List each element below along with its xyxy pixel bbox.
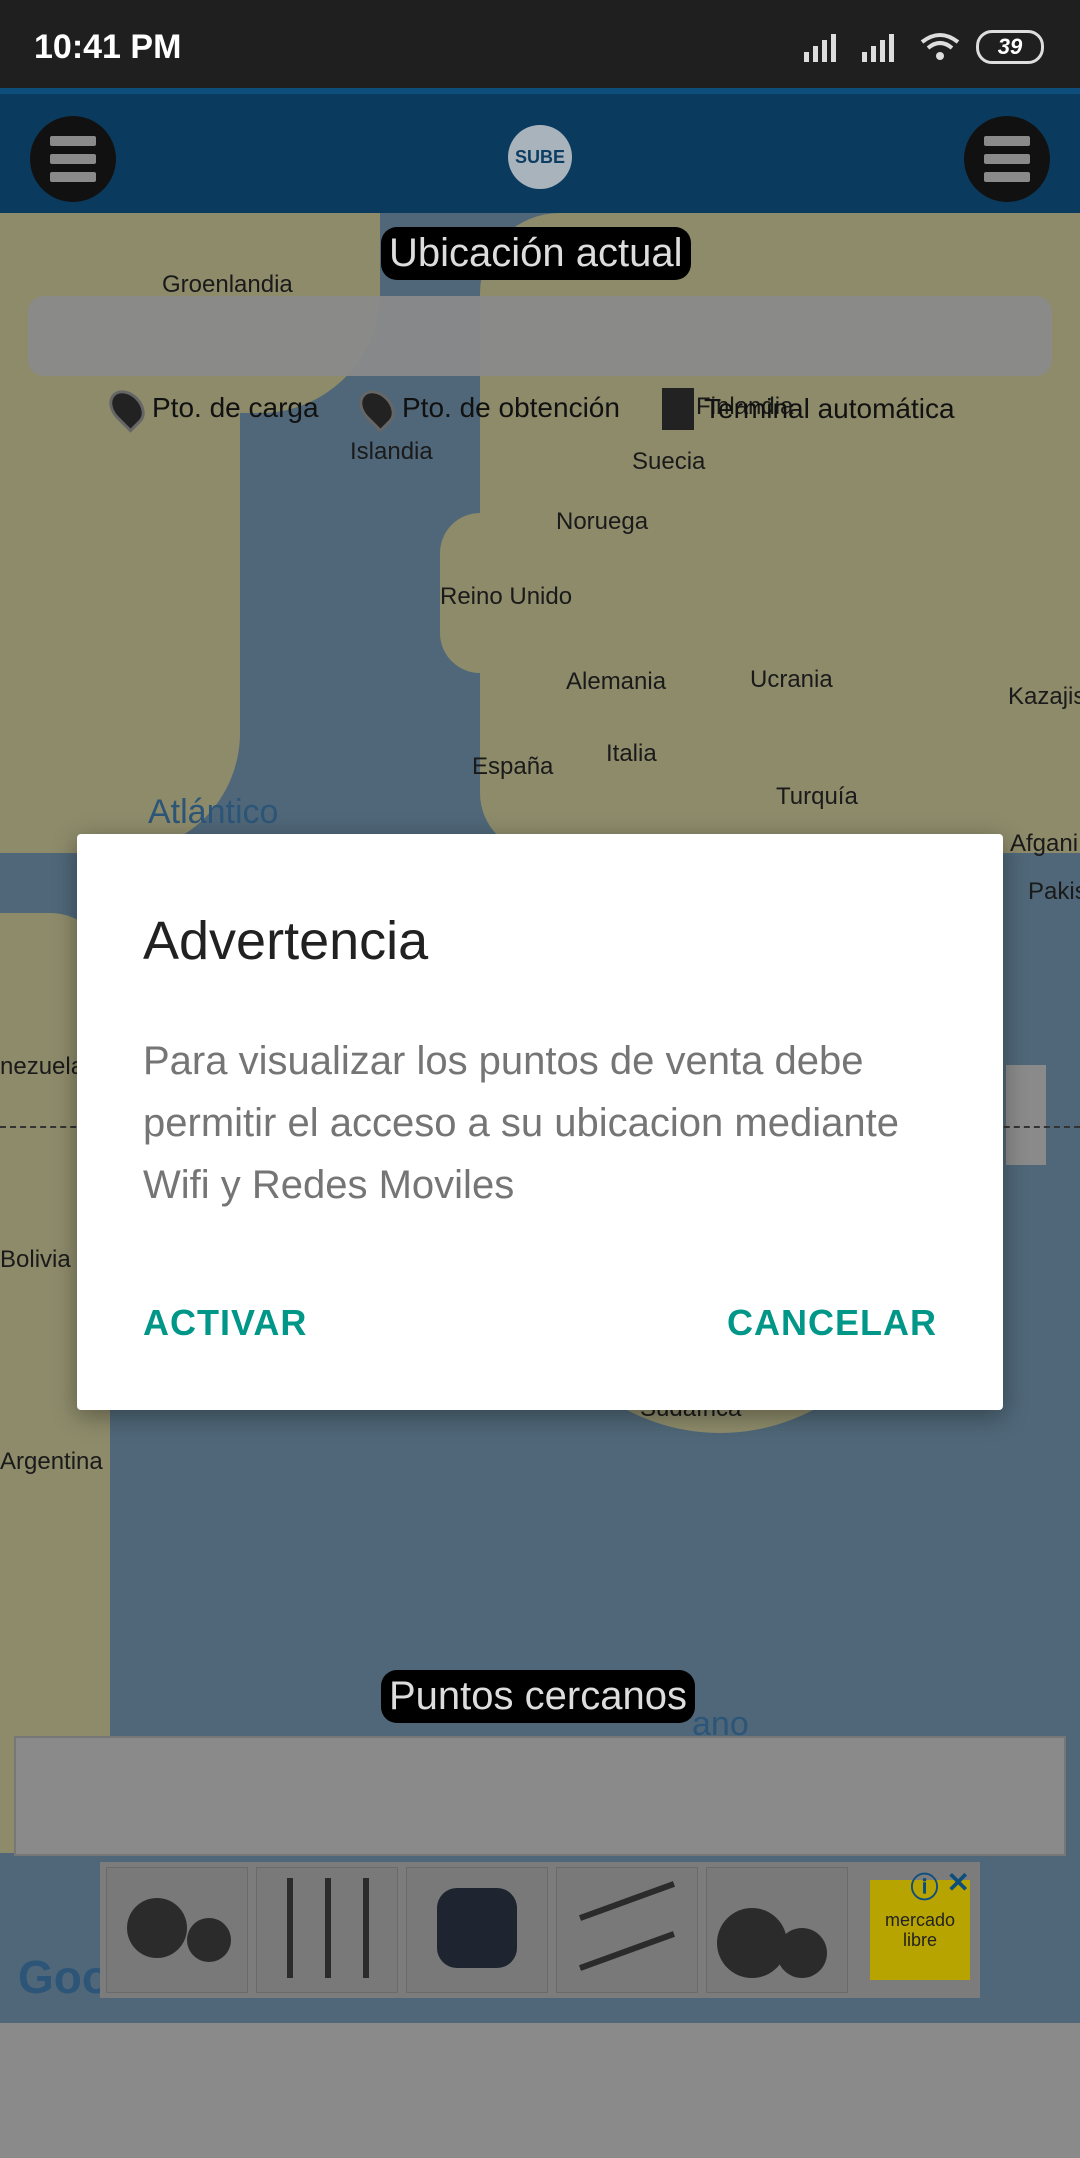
sube-logo: SUBE	[508, 125, 572, 189]
map-label-turkey: Turquía	[776, 783, 858, 810]
map-label-afghanistan: Afgani	[1010, 830, 1079, 857]
map-label-bolivia: Bolivia	[0, 1246, 71, 1273]
obtain-point-icon	[352, 383, 402, 433]
ad-product-5[interactable]	[706, 1867, 848, 1993]
ad-product-4[interactable]	[556, 1867, 698, 1993]
battery-icon: 39	[976, 30, 1044, 64]
legend-charge: Pto. de carga	[102, 383, 319, 433]
legend-obtain-label: Pto. de obtención	[402, 392, 620, 423]
ad-info-controls: ⓘ ✕	[911, 1866, 970, 1906]
legend-obtain: Pto. de obtención	[352, 383, 620, 433]
legend-terminal: Terminal automática	[662, 388, 955, 430]
dialog-message: Para visualizar los puntos de venta debe…	[143, 1039, 899, 1207]
signal-icon-2	[862, 34, 894, 62]
map-label-spain: España	[472, 753, 554, 780]
warning-dialog: Advertencia Para visualizar los puntos d…	[77, 834, 1003, 1410]
current-location-label: Ubicación actual	[381, 227, 691, 280]
app-bar: SUBE	[0, 88, 1080, 213]
google-logo: Goo	[18, 1951, 110, 2003]
nearby-points-label: Puntos cercanos	[381, 1670, 695, 1723]
map-label-venezuela: nezuela	[0, 1053, 85, 1080]
legend-terminal-label: Terminal automática	[704, 393, 955, 424]
status-time: 10:41 PM	[34, 28, 182, 66]
cancel-button[interactable]: CANCELAR	[727, 1302, 937, 1344]
ad-info-icon[interactable]: ⓘ	[911, 1866, 939, 1906]
wifi-icon	[920, 33, 960, 60]
dialog-title: Advertencia	[143, 911, 429, 971]
map-label-argentina: Argentina	[0, 1448, 103, 1475]
map-label-sweden: Suecia	[632, 448, 706, 475]
map-label-pakistan: Pakis	[1028, 878, 1080, 905]
map-label-norway: Noruega	[556, 508, 649, 535]
nearby-points-panel	[14, 1736, 1066, 1856]
status-bar: 10:41 PM 39	[0, 0, 1080, 88]
ad-banner[interactable]: mercado libre ⓘ ✕	[100, 1862, 980, 1998]
signal-icon	[804, 34, 836, 62]
my-location-button[interactable]	[1006, 1065, 1046, 1165]
terminal-icon	[662, 388, 694, 430]
ad-product-3[interactable]	[406, 1867, 548, 1993]
left-menu-button[interactable]	[30, 116, 116, 202]
legend-charge-label: Pto. de carga	[152, 392, 319, 423]
right-menu-button[interactable]	[964, 116, 1050, 202]
map-label-germany: Alemania	[566, 668, 667, 695]
map-label-greenland: Groenlandia	[162, 271, 293, 298]
map-label-ukraine: Ucrania	[750, 666, 833, 693]
status-icons: 39	[804, 30, 1044, 64]
map-label-atlantic: Atlántico	[148, 793, 279, 831]
map-label-kazakhstan: Kazajis	[1008, 683, 1080, 710]
map-label-italy: Italia	[606, 740, 657, 767]
ad-product-1[interactable]	[106, 1867, 248, 1993]
ad-close-icon[interactable]: ✕	[947, 1866, 970, 1906]
location-search-bar[interactable]	[28, 296, 1052, 376]
map-label-uk: Reino Unido	[440, 583, 573, 610]
ad-product-2[interactable]	[256, 1867, 398, 1993]
map-label-iceland: Islandia	[350, 438, 433, 465]
activate-button[interactable]: ACTIVAR	[143, 1302, 307, 1344]
